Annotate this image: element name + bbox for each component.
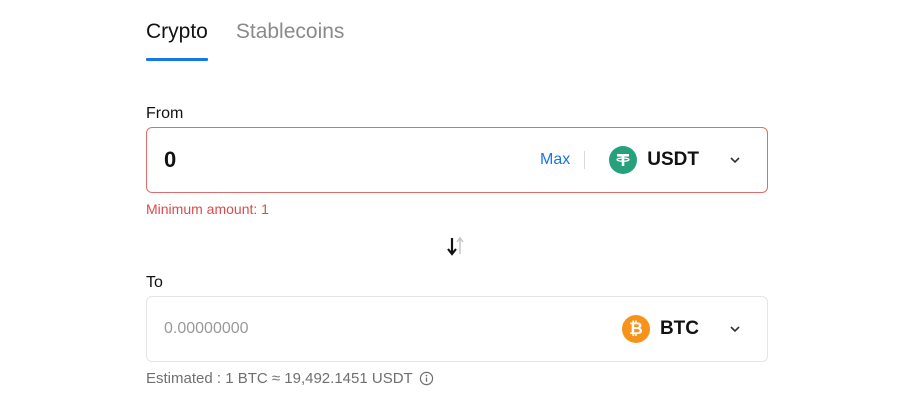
minimum-amount-error: Minimum amount: 1 bbox=[146, 201, 269, 217]
from-amount-input[interactable] bbox=[164, 147, 531, 173]
info-icon[interactable] bbox=[419, 371, 434, 386]
from-coin-select[interactable]: USDT bbox=[609, 146, 741, 174]
bitcoin-icon: ₿ bbox=[621, 315, 650, 343]
to-label: To bbox=[146, 274, 163, 291]
from-coin-name: USDT bbox=[647, 149, 699, 170]
tab-bar: Crypto Stablecoins bbox=[146, 18, 344, 61]
from-label: From bbox=[146, 105, 184, 122]
to-amount-input[interactable] bbox=[164, 320, 622, 338]
chevron-down-icon bbox=[730, 157, 740, 164]
tether-icon bbox=[609, 146, 638, 174]
max-button[interactable]: Max bbox=[530, 151, 584, 169]
to-coin-select[interactable]: ₿ BTC bbox=[621, 315, 741, 343]
to-coin-name: BTC bbox=[659, 318, 699, 339]
tab-stablecoins[interactable]: Stablecoins bbox=[236, 18, 345, 61]
divider bbox=[584, 151, 586, 169]
to-field: ₿ BTC bbox=[146, 296, 768, 362]
chevron-down-icon bbox=[730, 326, 740, 333]
tab-crypto[interactable]: Crypto bbox=[146, 18, 208, 61]
estimate-row: Estimated : 1 BTC ≈ 19,492.1451 USDT bbox=[146, 370, 434, 387]
estimate-text: Estimated : 1 BTC ≈ 19,492.1451 USDT bbox=[146, 370, 413, 387]
swap-icon[interactable] bbox=[444, 235, 468, 257]
from-field: Max USDT bbox=[146, 127, 768, 193]
